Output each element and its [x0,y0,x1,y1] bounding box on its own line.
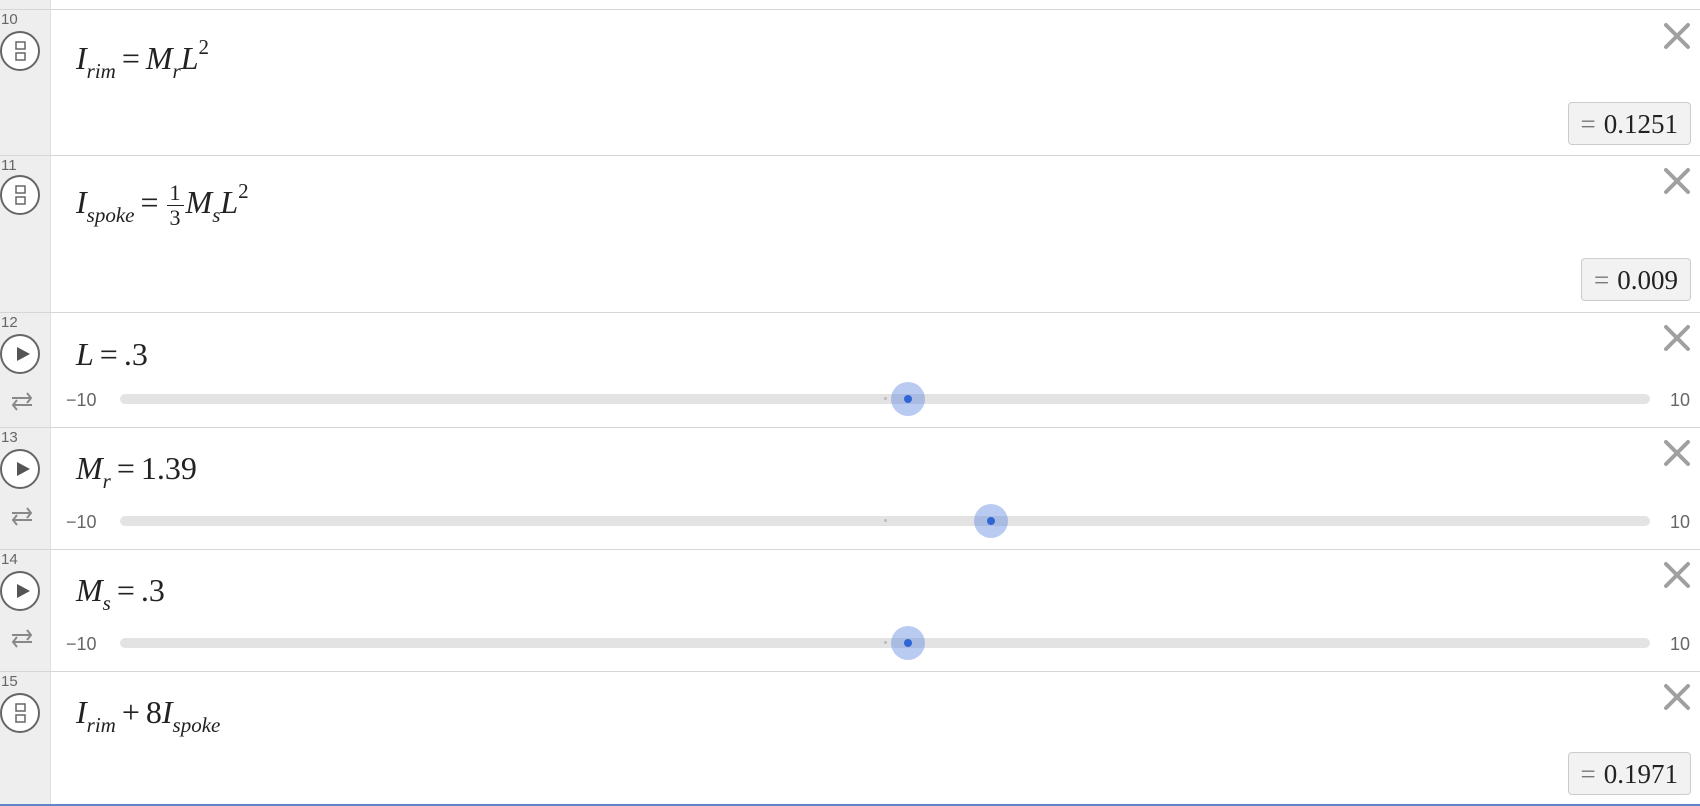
subscript: rim [86,59,116,83]
slider-zero-tick [884,519,887,522]
close-icon[interactable] [1660,436,1694,470]
symbol: I [76,694,87,730]
result-equals: = [1580,759,1596,789]
fraction: 13 [166,182,184,230]
symbol: M [185,183,213,220]
symbol: L [76,336,94,372]
subscript: r [172,59,181,83]
play-icon [17,584,30,598]
expression-formula[interactable]: Irim +8Ispoke [76,694,220,736]
result-equals: = [1594,265,1610,295]
expression-toggle-button[interactable] [0,31,40,71]
superscript: 2 [198,35,210,59]
symbol: M [76,572,103,608]
symbol: I [76,40,87,76]
row-number: 11 [1,157,17,174]
plus-sign: + [121,694,140,730]
play-icon [17,347,30,361]
slider-formula[interactable]: Mr = 1.39 [76,450,197,492]
slider-formula[interactable]: L = .3 [76,338,148,370]
expression-formula[interactable]: Irim = MrL2 [76,37,209,82]
slider-min-label: −10 [66,512,97,532]
fraction-numerator: 1 [166,182,184,206]
slider-value-text: 1.39 [140,450,197,486]
slider-zero-tick [884,641,887,644]
repeat-icon[interactable] [9,390,35,412]
superscript: 2 [238,178,249,203]
repeat-icon[interactable] [9,627,35,649]
expression-row-15[interactable]: 15 Irim +8Ispoke = 0.1971 [0,671,1700,805]
repeat-icon[interactable] [9,505,35,527]
symbol: I [161,694,173,730]
slider-row-12[interactable]: 12 L = .3 −10 10 [0,312,1700,428]
row-number: 13 [1,429,18,446]
row-number: 12 [1,314,18,331]
result-number: 0.009 [1617,265,1678,295]
expression-toggle-button[interactable] [0,693,40,733]
subscript: spoke [172,713,221,737]
expression-toggle-icon [15,41,26,61]
result-number: 0.1971 [1603,759,1678,789]
slider-row-13[interactable]: 13 Mr = 1.39 −10 10 [0,427,1700,550]
subscript: spoke [86,202,135,227]
equals-sign: = [99,336,118,372]
slider-max-label: 10 [1670,390,1691,410]
slider-min-label: −10 [66,390,97,410]
expression-formula[interactable]: Ispoke = 1 3 MsL2 [76,178,249,230]
play-button[interactable] [0,334,40,374]
symbol: I [76,183,87,220]
symbol: M [145,40,173,76]
slider-value-text: .3 [140,572,165,608]
symbol: M [76,450,103,486]
expression-toggle-button[interactable] [0,175,40,215]
result-value: = 0.1251 [1567,102,1691,145]
result-value: = 0.009 [1581,258,1691,301]
slider-row-14[interactable]: 14 Ms = .3 −10 10 [0,549,1700,672]
equals-sign: = [140,183,159,220]
fraction-denominator: 3 [169,205,181,230]
subscript: s [102,591,111,615]
slider-thumb[interactable] [890,382,925,416]
play-button[interactable] [0,449,40,489]
equals-sign: = [121,40,140,76]
subscript: r [102,469,111,493]
equals-sign: = [116,450,135,486]
expression-toggle-icon [15,703,26,723]
close-icon[interactable] [1660,321,1694,355]
play-icon [17,462,30,476]
equals-sign: = [116,572,135,608]
slider-value-text: .3 [123,336,148,372]
play-button[interactable] [0,571,40,611]
coefficient: 8 [145,694,162,730]
slider-max-label: 10 [1670,512,1691,532]
result-value: = 0.1971 [1567,752,1691,795]
symbol: L [220,183,239,220]
close-icon[interactable] [1660,164,1694,198]
row-number: 10 [1,11,18,28]
close-icon[interactable] [1660,558,1694,592]
slider-zero-tick [884,397,887,400]
slider-min-label: −10 [66,634,97,654]
result-number: 0.1251 [1603,109,1678,139]
subscript: rim [86,713,116,737]
row-number: 14 [1,551,18,568]
expression-row-11[interactable]: 11 Ispoke = 1 3 MsL2 = 0.009 [0,155,1700,313]
expression-row-10[interactable]: 10 Irim = MrL2 = 0.1251 [0,9,1700,156]
slider-thumb[interactable] [890,626,925,660]
close-icon[interactable] [1660,680,1694,714]
slider-max-label: 10 [1670,634,1691,654]
slider-formula[interactable]: Ms = .3 [76,572,165,614]
symbol: L [180,40,199,76]
close-icon[interactable] [1660,19,1694,53]
expression-toggle-icon [15,185,26,205]
row-number: 15 [1,673,18,690]
result-equals: = [1580,109,1596,139]
slider-thumb[interactable] [974,504,1009,538]
